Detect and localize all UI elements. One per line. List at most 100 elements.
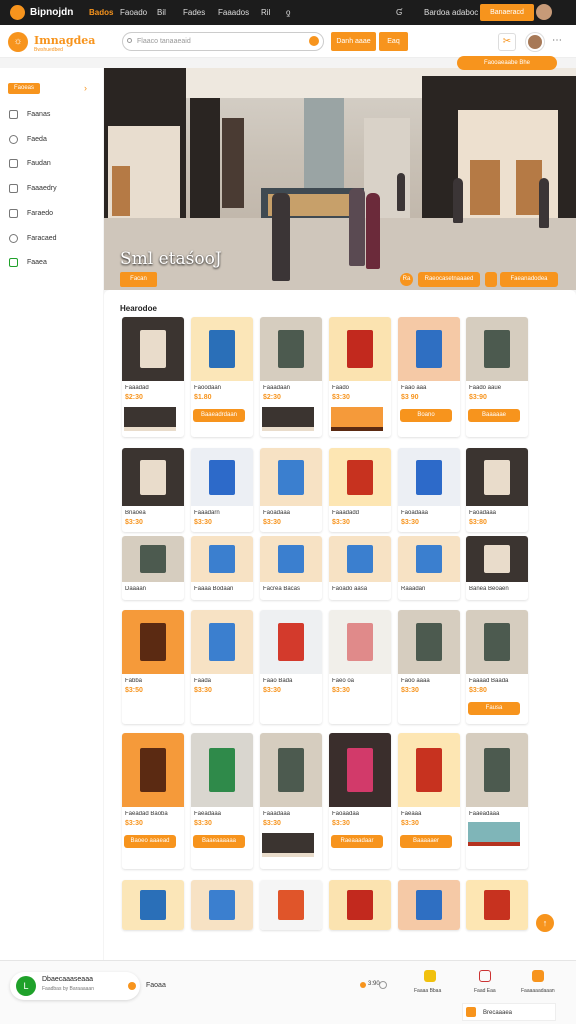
product-name[interactable]: Faaadadd — [332, 510, 388, 516]
user-avatar[interactable] — [536, 4, 552, 20]
product-image[interactable] — [260, 880, 322, 930]
header-avatar[interactable] — [526, 33, 544, 51]
product-image[interactable] — [398, 317, 460, 381]
search-input[interactable]: Flaaco tanaaeaid — [122, 32, 324, 51]
product-image[interactable] — [260, 536, 322, 582]
product-card[interactable]: Bnaoea $3:30 — [122, 448, 184, 532]
product-image[interactable] — [260, 733, 322, 807]
product-card[interactable]: Faaadaaa $3:30 — [260, 733, 322, 869]
carousel-prev-button[interactable]: Ra — [400, 273, 413, 286]
product-card[interactable]: Faaadad $2:30 — [122, 317, 184, 437]
footer-label[interactable]: Faoaa — [146, 982, 166, 989]
product-image[interactable] — [466, 610, 528, 674]
product-image[interactable] — [398, 733, 460, 807]
nav-item-4[interactable]: Fades — [183, 8, 205, 17]
product-image[interactable] — [329, 880, 391, 930]
product-name[interactable]: Faado — [332, 385, 388, 391]
hero-cta-button[interactable]: Facan — [120, 272, 157, 287]
product-name[interactable]: Faoadaaa — [263, 510, 319, 516]
product-name[interactable]: Faoadaaa — [469, 510, 525, 516]
product-name[interactable]: Facrea Bacas — [263, 586, 319, 592]
nav-item-3[interactable]: Bil — [157, 8, 166, 17]
product-card[interactable] — [398, 880, 460, 930]
product-name[interactable]: Faaadaan — [263, 385, 319, 391]
product-image[interactable] — [260, 448, 322, 506]
sidebar-item[interactable]: Faaea — [8, 257, 98, 271]
product-name[interactable]: Faao aaa — [401, 385, 457, 391]
product-action-button[interactable]: Baaaaae — [468, 409, 520, 422]
product-action-button[interactable]: Baoeo aaaead — [124, 835, 176, 848]
product-action-button[interactable]: Baaeadrdaan — [193, 409, 245, 422]
product-name[interactable]: Faaadad — [125, 385, 181, 391]
chat-open-icon[interactable] — [128, 982, 136, 990]
sidebar-item[interactable]: Faraedo — [8, 208, 98, 222]
product-image[interactable] — [466, 880, 528, 930]
product-name[interactable]: Faaadaaa — [263, 811, 319, 817]
header-button-secondary[interactable]: Eaq — [379, 32, 408, 51]
product-card[interactable]: Faoado aasa — [329, 536, 391, 600]
product-card[interactable] — [122, 880, 184, 930]
product-card[interactable]: Faoadaaa $3:30 — [260, 448, 322, 532]
product-name[interactable]: Faado aaue — [469, 385, 525, 391]
product-image[interactable] — [329, 317, 391, 381]
product-thumbnail[interactable] — [468, 822, 520, 846]
footer-item-3[interactable]: Faaaaaadaaan — [521, 988, 555, 994]
product-name[interactable]: Banea Beoaen — [469, 586, 525, 592]
chat-avatar[interactable]: L — [16, 976, 36, 996]
brand-name[interactable]: Bipnojdn — [30, 7, 73, 18]
sidebar-item[interactable]: Faudan — [8, 158, 98, 172]
product-card[interactable]: Faeaaa $3:30 Baaaaaer — [398, 733, 460, 869]
product-image[interactable] — [122, 317, 184, 381]
product-name[interactable]: Faoado aasa — [332, 586, 388, 592]
product-name[interactable]: Faada — [194, 678, 250, 684]
product-image[interactable] — [191, 536, 253, 582]
product-image[interactable] — [466, 733, 528, 807]
product-image[interactable] — [260, 610, 322, 674]
product-name[interactable]: Raaadan — [401, 586, 457, 592]
product-card[interactable]: Faaeadaaa — [466, 733, 528, 869]
product-image[interactable] — [122, 610, 184, 674]
sidebar-item[interactable]: Faaaedry — [8, 183, 98, 197]
product-card[interactable]: Faado $3:30 — [329, 317, 391, 437]
product-thumbnail[interactable] — [124, 407, 176, 431]
product-image[interactable] — [398, 448, 460, 506]
product-image[interactable] — [122, 733, 184, 807]
hero-button-2[interactable]: Raeocasetnaaaed — [418, 272, 480, 287]
site-logo-icon[interactable]: ☼ — [8, 32, 28, 52]
nav-item-7[interactable]: ƍ — [286, 8, 290, 17]
product-card[interactable]: Faoodaan $1.80 Baaeadrdaan — [191, 317, 253, 437]
product-image[interactable] — [329, 536, 391, 582]
product-name[interactable]: Daaaan — [125, 586, 181, 592]
product-name[interactable]: Faeaaa — [401, 811, 457, 817]
product-card[interactable]: Faaaad Baada $3:80 Fausa — [466, 610, 528, 724]
product-name[interactable]: Faeo oa — [332, 678, 388, 684]
product-image[interactable] — [191, 880, 253, 930]
cart-icon[interactable]: ✂ — [498, 33, 516, 51]
nav-item-1[interactable]: Bados — [89, 8, 113, 17]
product-card[interactable]: Faoo aaaa $3:30 — [398, 610, 460, 724]
product-card[interactable] — [260, 880, 322, 930]
hero-top-pill[interactable]: Faooaeaabe Bhe — [457, 56, 557, 70]
product-card[interactable]: Faaadaan $2:30 — [260, 317, 322, 437]
product-card[interactable]: Facrea Bacas — [260, 536, 322, 600]
product-card[interactable]: Faoadaaa $3:30 — [398, 448, 460, 532]
store-icon[interactable] — [532, 970, 544, 982]
product-thumbnail[interactable] — [262, 833, 314, 857]
product-name[interactable]: Faoo aaaa — [401, 678, 457, 684]
product-card[interactable]: Banea Beoaen — [466, 536, 528, 600]
product-card[interactable]: Faeo oa $3:30 — [329, 610, 391, 724]
product-card[interactable]: Faao Bada $3:30 — [260, 610, 322, 724]
product-image[interactable] — [191, 733, 253, 807]
sidebar-item[interactable]: Faracaed — [8, 233, 98, 247]
product-action-button[interactable]: Baaaaaer — [400, 835, 452, 848]
product-name[interactable]: Faeadaaa — [194, 811, 250, 817]
product-card[interactable]: Faaadarn $3:30 — [191, 448, 253, 532]
product-image[interactable] — [466, 536, 528, 582]
hero-button-3[interactable]: Faeanadodea — [500, 272, 558, 287]
product-name[interactable]: Fabba — [125, 678, 181, 684]
product-name[interactable]: Faoodaan — [194, 385, 250, 391]
product-thumbnail[interactable] — [331, 407, 383, 431]
nav-item-6[interactable]: Ril — [261, 8, 270, 17]
product-image[interactable] — [329, 448, 391, 506]
search-icon[interactable]: Ɠ — [396, 8, 402, 17]
